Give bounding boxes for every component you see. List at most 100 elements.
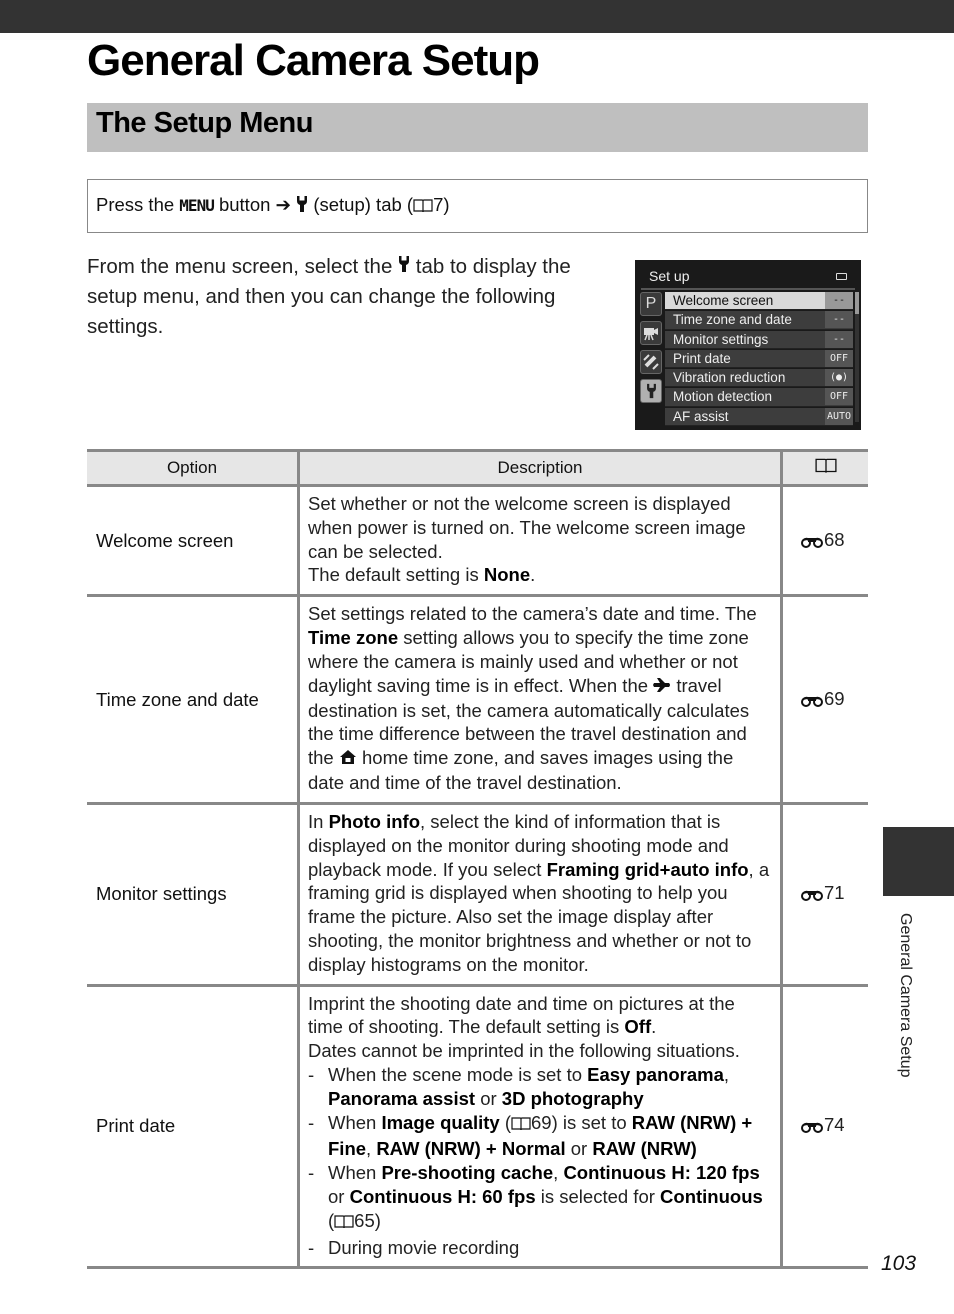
book-icon <box>334 1212 354 1236</box>
desc-bold: Off <box>624 1016 652 1038</box>
nav-suffix: ) <box>443 194 450 215</box>
desc-text: , <box>366 1138 377 1160</box>
header-option: Option <box>87 449 299 487</box>
camera-menu-item[interactable]: Welcome screen -- <box>665 292 853 311</box>
desc-text: When <box>328 1111 382 1133</box>
option-description: Imprint the shooting date and time on pi… <box>297 985 782 1270</box>
page-ref[interactable]: 65 <box>354 1210 375 1231</box>
desc-bold: 3D photography <box>501 1087 644 1109</box>
chapter-side-label: General Camera Setup <box>897 913 914 1078</box>
page-ref[interactable]: 69 <box>531 1112 552 1133</box>
menu-item-label: Time zone and date <box>673 312 792 328</box>
reference-link[interactable]: 68 <box>780 485 868 598</box>
desc-bold: Pre-shooting cache <box>381 1162 554 1184</box>
shooting-tab[interactable]: P <box>640 292 662 316</box>
desc-text: ) <box>374 1209 381 1231</box>
vibration-reduction-icon: (●) <box>825 369 853 387</box>
navigation-text: Press the MENU button ➔ (setup) tab (7) <box>96 194 450 219</box>
wireless-tab[interactable] <box>640 350 662 374</box>
table-row: Welcome screen Set whether or not the we… <box>87 485 868 598</box>
binoculars-icon <box>801 531 823 553</box>
desc-bold: Time zone <box>308 626 399 648</box>
option-description: Set settings related to the camera’s dat… <box>297 595 782 805</box>
wrench-icon <box>296 195 308 218</box>
menu-item-label: AF assist <box>673 408 729 424</box>
desc-text: . <box>530 564 536 586</box>
desc-text: During movie recording <box>328 1236 520 1258</box>
desc-bold: RAW (NRW) + Normal <box>376 1138 566 1160</box>
setup-options-table: Option Description Welcome screen Set wh… <box>87 449 868 1270</box>
desc-text: or <box>475 1087 502 1109</box>
desc-text: , <box>553 1162 564 1184</box>
binoculars-icon <box>801 1116 823 1138</box>
desc-bold: Continuous H: 60 fps <box>349 1185 536 1207</box>
desc-text: Set whether or not the welcome screen is… <box>308 493 746 562</box>
home-icon <box>339 747 357 771</box>
top-bar <box>0 0 954 33</box>
nav-button-word: button <box>218 194 271 215</box>
satellite-icon <box>643 354 659 370</box>
menu-item-label: Monitor settings <box>673 331 769 347</box>
option-name: Monitor settings <box>87 803 299 987</box>
table-header-row: Option Description <box>87 449 868 487</box>
menu-item-value: -- <box>825 292 853 309</box>
reference-link[interactable]: 74 <box>780 985 868 1270</box>
setup-tab[interactable] <box>640 379 662 403</box>
camera-menu-item[interactable]: Monitor settings -- <box>665 330 853 349</box>
desc-bold: Framing grid+auto info <box>546 858 749 880</box>
desc-bold: Photo info <box>328 810 421 832</box>
movie-tab[interactable] <box>640 321 662 345</box>
reference-link[interactable]: 69 <box>780 595 868 805</box>
book-icon <box>814 457 837 480</box>
desc-bold: None <box>483 564 531 586</box>
nav-tab-text: (setup) tab ( <box>313 194 414 215</box>
binoculars-icon <box>801 884 823 906</box>
option-name: Welcome screen <box>87 485 299 598</box>
camera-menu-item[interactable]: Vibration reduction (●) <box>665 369 853 388</box>
camera-menu-title: Set up <box>649 268 690 284</box>
desc-text: is selected for <box>535 1185 661 1207</box>
intro-text-start: From the menu screen, select the <box>87 255 393 278</box>
camera-menu-item[interactable]: Print date OFF <box>665 349 853 369</box>
desc-text: Imprint the shooting date and time on pi… <box>308 992 735 1038</box>
section-title: The Setup Menu <box>96 107 313 139</box>
navigation-instructions: Press the MENU button ➔ (setup) tab (7) <box>87 179 868 233</box>
situation-item: When Pre-shooting cache, Continuous H: 1… <box>308 1161 772 1235</box>
camera-menu-list: Welcome screen -- Time zone and date -- Mo… <box>665 292 853 427</box>
situation-item: When Image quality (69) is set to RAW (N… <box>308 1111 772 1162</box>
menu-item-label: Motion detection <box>673 389 773 405</box>
menu-item-label: Print date <box>673 350 731 366</box>
menu-item-value: AUTO <box>825 407 853 425</box>
camera-menu-item[interactable]: Time zone and date -- <box>665 311 853 330</box>
option-description: Set whether or not the welcome screen is… <box>297 485 782 598</box>
book-icon <box>413 197 433 219</box>
menu-item-value: OFF <box>825 349 853 367</box>
desc-text: . <box>651 1016 657 1038</box>
desc-text: When <box>328 1162 382 1184</box>
reference-page: 68 <box>824 528 845 550</box>
desc-bold: Easy panorama <box>587 1063 724 1085</box>
camera-menu-scrollbar[interactable] <box>855 292 859 422</box>
wrench-icon <box>398 253 410 283</box>
desc-bold: Panorama assist <box>328 1087 476 1109</box>
desc-text: Dates cannot be imprinted in the followi… <box>308 1040 740 1062</box>
page-title: General Camera Setup <box>87 36 540 85</box>
menu-item-label: Welcome screen <box>673 293 774 308</box>
camera-setup-menu-screen: Set up P Welcome screen -- Time zone and … <box>635 260 861 430</box>
desc-text: The default setting is <box>308 564 484 586</box>
camera-menu-tabs: P <box>640 292 662 408</box>
desc-text: ( <box>499 1111 512 1133</box>
scrollbar-thumb[interactable] <box>855 292 859 314</box>
nav-page-ref: 7 <box>433 194 444 215</box>
situations-list: When the scene mode is set to Easy panor… <box>308 1063 772 1259</box>
menu-item-label: Vibration reduction <box>673 370 786 386</box>
camera-menu-item[interactable]: Motion detection OFF <box>665 388 853 407</box>
reference-page: 69 <box>824 687 845 709</box>
desc-text: ) is set to <box>551 1111 632 1133</box>
movie-camera-icon <box>644 328 658 341</box>
reference-link[interactable]: 71 <box>780 803 868 987</box>
camera-menu-item[interactable]: AF assist AUTO <box>665 407 853 427</box>
nav-prefix: Press the <box>96 194 175 215</box>
book-icon <box>511 1114 531 1138</box>
header-reference <box>780 449 868 487</box>
